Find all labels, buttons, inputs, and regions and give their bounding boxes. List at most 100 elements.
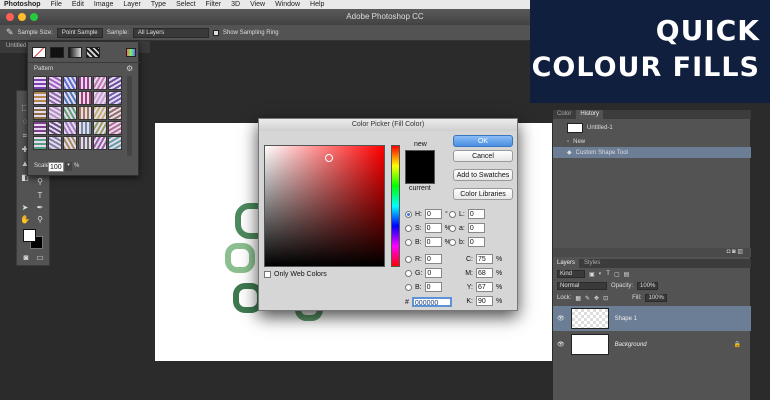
saturation-brightness-field[interactable] [264, 145, 385, 267]
k-input[interactable]: 90 [476, 296, 493, 306]
pattern-swatch[interactable] [78, 136, 92, 150]
pattern-swatch[interactable] [93, 91, 107, 105]
blue-radio[interactable] [405, 283, 412, 291]
close-window-button[interactable] [6, 13, 14, 21]
pattern-swatch[interactable] [63, 106, 77, 120]
pattern-swatch[interactable] [33, 106, 47, 120]
eyedropper-icon[interactable]: ✎ [6, 27, 14, 38]
lock-all-icon[interactable]: ⊡ [603, 295, 608, 302]
scale-arrow-icon[interactable]: ▾ [65, 162, 72, 171]
layer-row[interactable]: 👁 Background 🔒 [553, 332, 751, 357]
scrollbar[interactable] [127, 76, 132, 156]
lock-move-icon[interactable]: ✥ [594, 295, 599, 302]
blend-mode-select[interactable]: Normal [557, 282, 607, 290]
visibility-eye-icon[interactable]: 👁 [557, 315, 565, 322]
history-item-custom-shape[interactable]: ◆ Custom Shape Tool [553, 147, 751, 158]
pattern-swatch[interactable] [63, 121, 77, 135]
kind-select[interactable]: Kind [557, 270, 585, 278]
visibility-eye-icon[interactable]: 👁 [557, 341, 565, 348]
pen-tool-icon[interactable]: ✒ [35, 203, 45, 213]
pattern-swatch[interactable] [93, 136, 107, 150]
pattern-swatch[interactable] [78, 76, 92, 90]
pattern-swatch[interactable] [63, 136, 77, 150]
filter-smart-icon[interactable]: ▤ [624, 271, 630, 278]
menu-3d[interactable]: 3D [231, 1, 240, 8]
zoom-window-button[interactable] [30, 13, 38, 21]
magnify-tool-icon[interactable]: ⚲ [35, 215, 45, 225]
c-input[interactable]: 75 [476, 254, 493, 264]
history-item-new[interactable]: ▫ New [553, 136, 751, 147]
ok-button[interactable]: OK [453, 135, 513, 147]
pattern-swatch[interactable] [93, 106, 107, 120]
lock-paint-icon[interactable]: ✎ [585, 295, 590, 302]
gradient-fill-icon[interactable] [68, 46, 82, 58]
filter-pixel-icon[interactable]: ▣ [589, 271, 595, 278]
pattern-swatch[interactable] [48, 106, 62, 120]
minimize-window-button[interactable] [18, 13, 26, 21]
a-input[interactable]: 0 [467, 223, 485, 233]
fill-input[interactable]: 100% [645, 294, 667, 302]
pattern-swatch[interactable] [78, 91, 92, 105]
add-to-swatches-button[interactable]: Add to Swatches [453, 169, 513, 181]
opacity-input[interactable]: 100% [637, 282, 659, 290]
pattern-swatch[interactable] [48, 121, 62, 135]
pattern-swatch[interactable] [63, 76, 77, 90]
hue-slider[interactable] [391, 145, 400, 267]
r-radio[interactable] [405, 255, 412, 263]
menu-app[interactable]: Photoshop [4, 1, 41, 8]
pattern-swatch[interactable] [108, 106, 122, 120]
menu-filter[interactable]: Filter [206, 1, 222, 8]
l-radio[interactable] [449, 210, 456, 218]
new-snapshot-icon[interactable]: ◘ [727, 249, 731, 255]
lock-transparent-icon[interactable]: ▦ [575, 295, 581, 302]
lab-b-input[interactable]: 0 [467, 237, 485, 247]
filter-shape-icon[interactable]: ▢ [614, 271, 620, 278]
pattern-swatch[interactable] [48, 76, 62, 90]
camera-icon[interactable]: ◙ [732, 249, 736, 255]
g-input[interactable]: 0 [425, 268, 443, 278]
a-radio[interactable] [449, 224, 456, 232]
sampling-ring-checkbox[interactable] [212, 29, 219, 36]
pattern-swatch[interactable] [33, 121, 47, 135]
hex-input[interactable]: 000000 [411, 297, 452, 307]
pattern-swatch[interactable] [33, 76, 47, 90]
y-input[interactable]: 67 [476, 282, 493, 292]
filter-adjust-icon[interactable]: ◐ [599, 271, 603, 277]
sample-size-select[interactable]: Point Sample [56, 27, 103, 38]
m-input[interactable]: 68 [476, 268, 493, 278]
pattern-swatch[interactable] [108, 136, 122, 150]
menu-file[interactable]: File [51, 1, 62, 8]
blue-input[interactable]: 0 [424, 282, 442, 292]
r-input[interactable]: 0 [425, 254, 442, 264]
layer-row[interactable]: 👁 Shape 1 [553, 306, 751, 331]
gear-icon[interactable]: ⚙ [126, 64, 133, 73]
menu-layer[interactable]: Layer [123, 1, 141, 8]
menu-view[interactable]: View [250, 1, 265, 8]
h-input[interactable]: 0 [425, 209, 442, 219]
h-radio[interactable] [405, 210, 412, 218]
cancel-button[interactable]: Cancel [453, 150, 513, 162]
path-selection-tool-icon[interactable]: ➤ [20, 203, 30, 213]
tab-layers[interactable]: Layers [553, 259, 580, 268]
scale-input[interactable]: 100 [48, 162, 64, 172]
pattern-swatch[interactable] [93, 76, 107, 90]
b-input[interactable]: 0 [424, 237, 442, 247]
g-radio[interactable] [405, 269, 412, 277]
menu-image[interactable]: Image [94, 1, 113, 8]
menu-type[interactable]: Type [151, 1, 166, 8]
pattern-swatch[interactable] [63, 91, 77, 105]
l-input[interactable]: 0 [467, 209, 485, 219]
menu-select[interactable]: Select [176, 1, 195, 8]
tab-color[interactable]: Color [553, 110, 575, 119]
pattern-swatch[interactable] [78, 106, 92, 120]
zoom-tool-icon[interactable]: ⚲ [35, 177, 45, 187]
only-web-colors-checkbox[interactable] [264, 271, 271, 278]
color-picker-icon[interactable] [126, 47, 136, 57]
s-radio[interactable] [405, 224, 412, 232]
pattern-swatch[interactable] [108, 76, 122, 90]
pattern-fill-icon[interactable] [86, 46, 100, 58]
pattern-swatch[interactable] [108, 121, 122, 135]
b-radio[interactable] [405, 238, 412, 246]
sample-select[interactable]: All Layers [132, 27, 209, 38]
solid-fill-icon[interactable] [50, 46, 64, 58]
